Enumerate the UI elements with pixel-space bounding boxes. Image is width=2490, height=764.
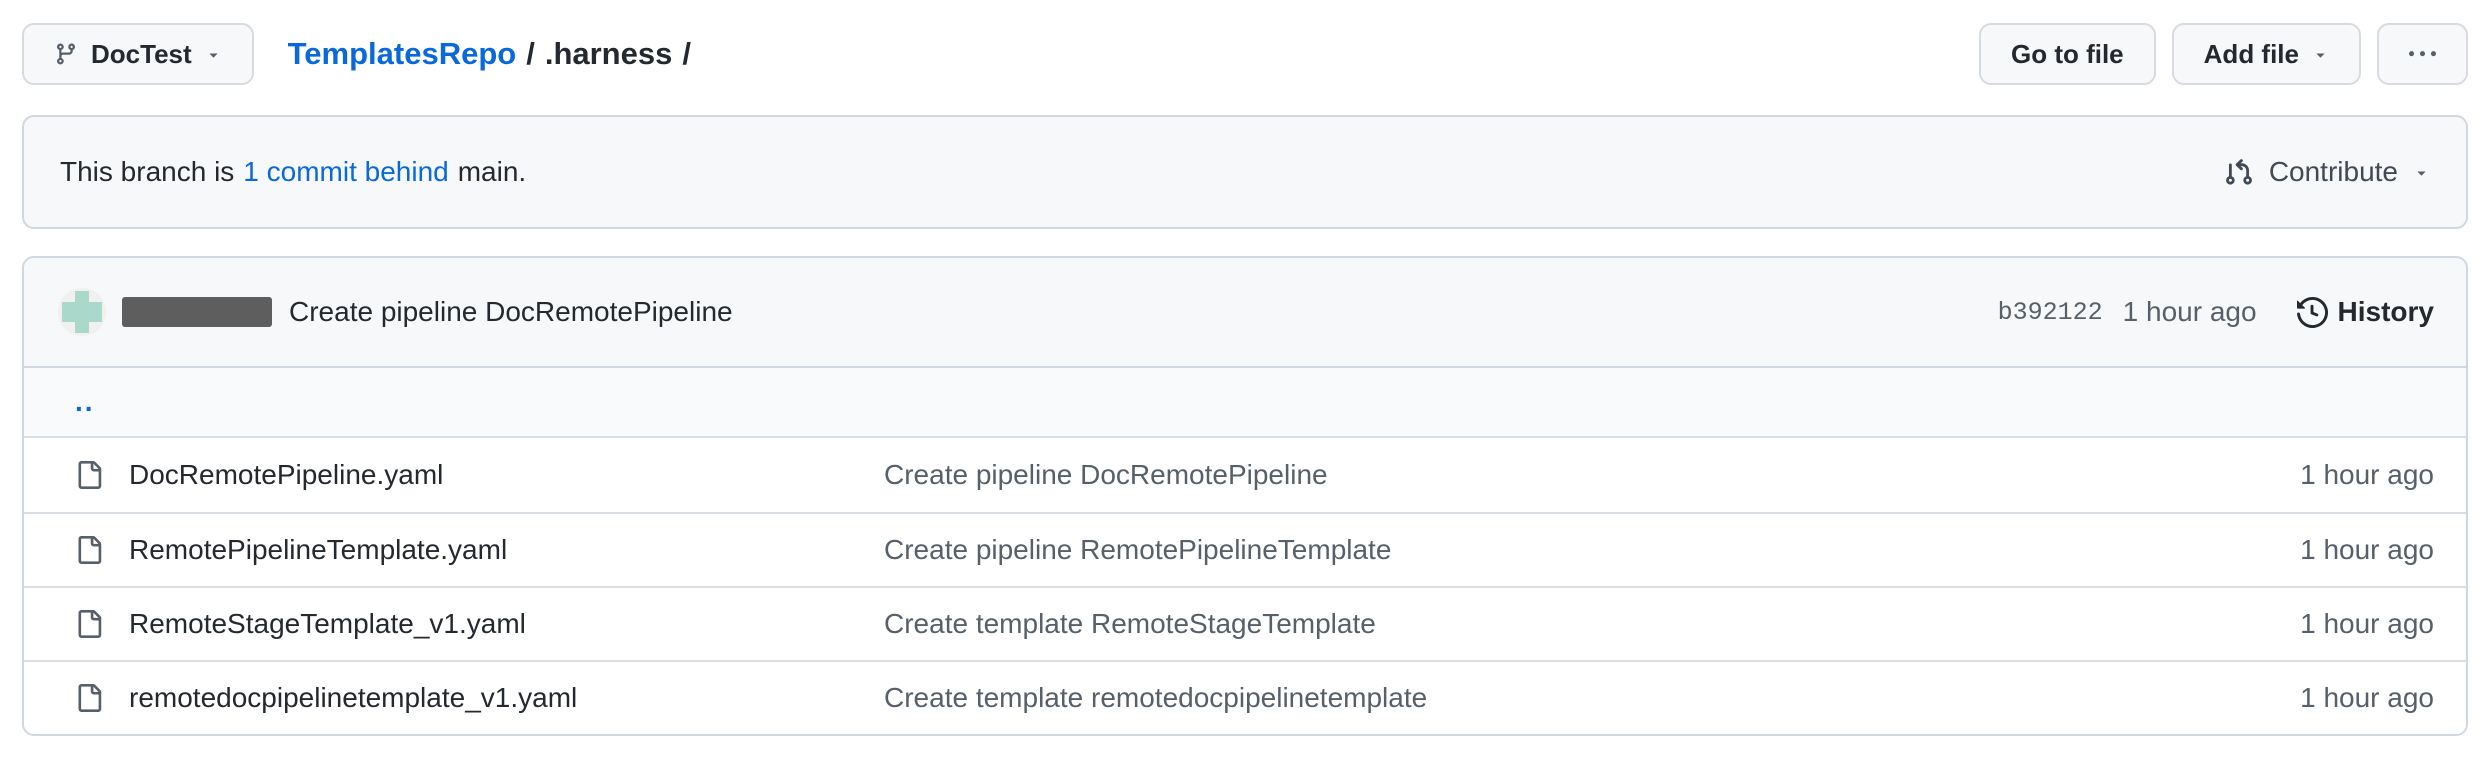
history-label: History (2338, 296, 2434, 328)
file-name-link[interactable]: RemoteStageTemplate_v1.yaml (129, 608, 884, 640)
branch-status-text: This branch is 1 commit behind main. (60, 156, 526, 188)
repo-file-browser-page: DocTest TemplatesRepo / .harness / Go to… (0, 0, 2490, 764)
branch-status-suffix: main. (458, 156, 526, 188)
file-commit-message-link[interactable]: Create pipeline RemotePipelineTemplate (884, 534, 2214, 566)
file-commit-time: 1 hour ago (2214, 682, 2434, 714)
commit-author-name-redacted (122, 297, 272, 327)
file-commit-time: 1 hour ago (2214, 608, 2434, 640)
go-to-file-button[interactable]: Go to file (1979, 23, 2156, 85)
chevron-down-icon (205, 46, 222, 63)
branch-selector-label: DocTest (91, 39, 192, 70)
git-branch-icon (54, 42, 78, 66)
kebab-horizontal-icon (2409, 41, 2436, 68)
contribute-label: Contribute (2269, 156, 2398, 188)
file-table: Create pipeline DocRemotePipeline b39212… (22, 256, 2468, 736)
breadcrumb: TemplatesRepo / .harness / (288, 36, 691, 72)
file-icon (75, 610, 103, 638)
commits-behind-link[interactable]: 1 commit behind (243, 156, 448, 188)
breadcrumb-repo-link[interactable]: TemplatesRepo (288, 36, 517, 72)
latest-commit-message-link[interactable]: Create pipeline DocRemotePipeline (289, 296, 733, 328)
latest-commit-bar: Create pipeline DocRemotePipeline b39212… (24, 258, 2466, 368)
file-commit-message-link[interactable]: Create pipeline DocRemotePipeline (884, 459, 2214, 491)
parent-directory-label: .. (75, 386, 95, 418)
file-name-link[interactable]: remotedocpipelinetemplate_v1.yaml (129, 682, 884, 714)
file-commit-time: 1 hour ago (2214, 534, 2434, 566)
repo-toolbar: DocTest TemplatesRepo / .harness / Go to… (22, 0, 2468, 85)
branch-selector-button[interactable]: DocTest (22, 23, 254, 85)
breadcrumb-current-directory: .harness (545, 36, 673, 72)
go-to-file-label: Go to file (2011, 39, 2124, 70)
commit-author-avatar[interactable] (58, 288, 106, 336)
chevron-down-icon (2413, 164, 2430, 181)
avatar-identicon (75, 291, 89, 333)
file-icon (75, 684, 103, 712)
commit-time: 1 hour ago (2123, 296, 2257, 328)
table-row: DocRemotePipeline.yaml Create pipeline D… (24, 438, 2466, 512)
table-row: remotedocpipelinetemplate_v1.yaml Create… (24, 660, 2466, 734)
file-commit-message-link[interactable]: Create template RemoteStageTemplate (884, 608, 2214, 640)
file-commit-message-link[interactable]: Create template remotedocpipelinetemplat… (884, 682, 2214, 714)
breadcrumb-trailing-separator: / (682, 36, 691, 72)
table-row: RemotePipelineTemplate.yaml Create pipel… (24, 512, 2466, 586)
add-file-button[interactable]: Add file (2172, 23, 2361, 85)
breadcrumb-separator: / (526, 36, 535, 72)
branch-status-prefix: This branch is (60, 156, 234, 188)
toolbar-actions: Go to file Add file (1979, 23, 2468, 85)
table-row: RemoteStageTemplate_v1.yaml Create templ… (24, 586, 2466, 660)
file-icon (75, 461, 103, 489)
parent-directory-link[interactable]: .. (24, 368, 2466, 438)
file-name-link[interactable]: DocRemotePipeline.yaml (129, 459, 884, 491)
history-link[interactable]: History (2297, 296, 2434, 328)
branch-status-banner: This branch is 1 commit behind main. Con… (22, 115, 2468, 229)
more-options-button[interactable] (2377, 23, 2468, 85)
file-name-link[interactable]: RemotePipelineTemplate.yaml (129, 534, 884, 566)
chevron-down-icon (2312, 46, 2329, 63)
file-icon (75, 536, 103, 564)
commit-hash-link[interactable]: b392122 (1998, 298, 2103, 327)
add-file-label: Add file (2204, 39, 2299, 70)
file-commit-time: 1 hour ago (2214, 459, 2434, 491)
latest-commit-meta: b392122 1 hour ago History (1998, 296, 2434, 328)
history-clock-icon (2297, 297, 2328, 328)
contribute-button[interactable]: Contribute (2224, 156, 2430, 188)
contribute-icon (2224, 157, 2254, 187)
